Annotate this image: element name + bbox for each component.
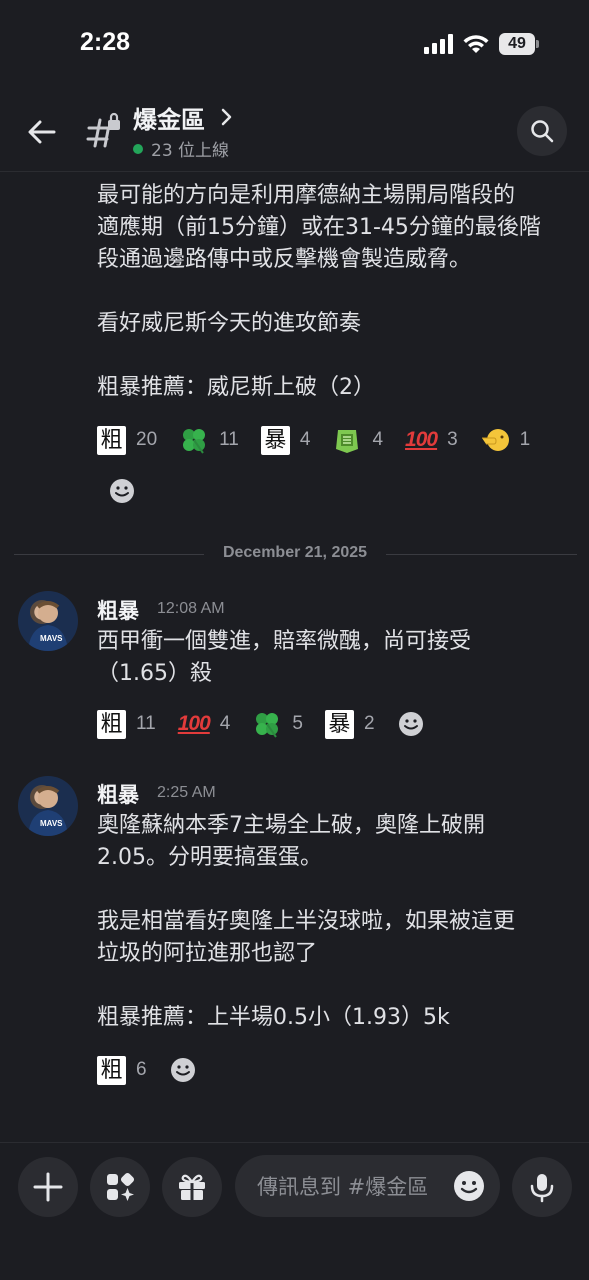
message-line: 垃圾的阿拉進那也認了 <box>97 941 318 966</box>
bao-emoji: 暴 <box>324 709 354 739</box>
message-input[interactable]: 傳訊息到 #爆金區 <box>235 1155 500 1217</box>
four-leaf-clover-icon <box>183 429 206 454</box>
cellular-signal-icon <box>424 34 453 54</box>
message-body: 最可能的方向是利用摩德納主場開局階段的 適應期（前15分鐘）或在31-45分鐘的… <box>97 180 567 404</box>
green-badge-icon <box>336 430 359 453</box>
reaction-chip[interactable]: 粗 20 <box>97 423 157 457</box>
message-body: 西甲衝一個雙進，賠率微醜，尚可接受 （1.65）殺 <box>97 626 567 690</box>
message-timestamp: 12:08 AM <box>157 600 225 617</box>
message-timestamp: 2:25 AM <box>157 784 216 801</box>
wifi-icon <box>463 35 489 53</box>
hundred-points-emoji: 100 <box>405 428 438 451</box>
status-time: 2:28 <box>80 28 131 56</box>
bao-emoji: 暴 <box>260 425 290 455</box>
message-line: 奧隆蘇納本季7主場全上破，奧隆上破開 <box>97 813 485 838</box>
cu-emoji: 粗 <box>97 1055 126 1085</box>
message-line: 西甲衝一個雙進，賠率微醜，尚可接受 <box>97 629 472 654</box>
add-reaction-icon[interactable] <box>169 1056 197 1084</box>
four-leaf-clover-icon <box>256 713 279 738</box>
message-input-placeholder: 傳訊息到 #爆金區 <box>257 1175 429 1199</box>
message-line: 適應期（前15分鐘）或在31-45分鐘的最後階 <box>97 215 541 240</box>
cu-emoji: 粗 <box>97 709 126 739</box>
reaction-count: 11 <box>219 429 239 450</box>
reaction-chip[interactable]: 100 4 <box>178 707 231 741</box>
reaction-chip[interactable]: 100 3 <box>405 423 458 457</box>
message-body: 奧隆蘇納本季7主場全上破，奧隆上破開 2.05。分明要搞蛋蛋。 我是相當看好奧隆… <box>97 810 567 1034</box>
apps-sparkle-icon <box>107 1172 135 1201</box>
online-status: 23 位上線 <box>133 136 229 161</box>
gift-icon <box>179 1174 205 1200</box>
chevron-right-icon[interactable] <box>218 106 234 128</box>
battery-level: 49 <box>499 33 535 55</box>
author-name[interactable]: 粗暴 <box>97 595 139 625</box>
date-divider: December 21, 2025 <box>14 544 577 561</box>
voice-message-button[interactable] <box>512 1157 572 1217</box>
reaction-count: 4 <box>219 713 231 734</box>
reaction-count: 5 <box>292 713 303 734</box>
reaction-row: 粗 11 100 4 5 暴 2 <box>97 704 425 744</box>
message-composer: 傳訊息到 #爆金區 <box>0 1142 589 1280</box>
reaction-chip[interactable]: 粗 6 <box>97 1053 147 1087</box>
reaction-row: 粗 6 <box>97 1050 197 1090</box>
add-reaction-icon[interactable] <box>108 477 136 505</box>
message-line: 段通過邊路傳中或反擊機會製造威脅。 <box>97 247 472 272</box>
status-bar: 2:28 49 <box>0 0 589 90</box>
reaction-count: 1 <box>519 429 531 450</box>
message-line: 粗暴推薦：上半場0.5小（1.93）5k <box>97 1005 450 1030</box>
reaction-count: 20 <box>136 429 158 450</box>
back-arrow-icon[interactable] <box>24 114 60 150</box>
emoji-picker-icon[interactable] <box>452 1169 486 1203</box>
reaction-chip[interactable]: 4 <box>332 423 383 457</box>
cu-emoji: 粗 <box>97 425 126 455</box>
reaction-chip[interactable]: 暴 4 <box>260 423 311 457</box>
online-dot-icon <box>133 143 143 154</box>
battery-icon: 49 <box>499 33 539 55</box>
avatar[interactable]: MAVS <box>18 776 78 836</box>
reaction-count: 4 <box>372 429 384 450</box>
channel-header: 爆金區 23 位上線 <box>0 92 589 172</box>
message-line: 看好威尼斯今天的進攻節奏 <box>97 311 362 336</box>
reaction-count: 6 <box>136 1059 147 1080</box>
reaction-row: 粗 20 11 暴 4 4 100 3 1 <box>97 420 530 460</box>
reaction-chip[interactable]: 11 <box>179 423 239 457</box>
online-count: 23 位上線 <box>151 141 230 161</box>
reaction-count: 11 <box>136 713 156 734</box>
plus-icon <box>33 1172 63 1202</box>
reaction-chip[interactable]: 粗 11 <box>97 707 156 741</box>
channel-title[interactable]: 爆金區 <box>133 100 205 135</box>
locked-text-channel-icon <box>86 112 120 148</box>
hundred-points-emoji: 100 <box>177 712 211 735</box>
microphone-icon <box>530 1174 554 1203</box>
svg-text:MAVS: MAVS <box>40 819 63 828</box>
reaction-count: 3 <box>447 429 458 450</box>
message-line: 我是相當看好奧隆上半沒球啦，如果被這更 <box>97 909 516 934</box>
avatar[interactable]: MAVS <box>18 591 78 651</box>
message-line: 2.05。分明要搞蛋蛋。 <box>97 845 322 870</box>
reaction-chip[interactable]: 暴 2 <box>324 707 375 741</box>
date-divider-label: December 21, 2025 <box>222 544 368 561</box>
author-name[interactable]: 粗暴 <box>97 779 139 809</box>
add-reaction-icon[interactable] <box>397 710 425 738</box>
reaction-chip[interactable]: 1 <box>480 423 531 457</box>
message-line: （1.65）殺 <box>97 661 212 686</box>
search-button[interactable] <box>517 106 567 156</box>
add-attachment-button[interactable] <box>18 1157 78 1217</box>
reaction-chip[interactable]: 5 <box>252 707 303 741</box>
message-line: 最可能的方向是利用摩德納主場開局階段的 <box>97 183 516 208</box>
svg-text:MAVS: MAVS <box>40 634 63 643</box>
reaction-count: 2 <box>363 713 375 734</box>
apps-button[interactable] <box>90 1157 150 1217</box>
message-line: 粗暴推薦：威尼斯上破（2） <box>97 375 375 400</box>
reaction-count: 4 <box>299 429 311 450</box>
pointing-face-icon <box>481 429 509 451</box>
gift-button[interactable] <box>162 1157 222 1217</box>
search-icon <box>531 120 554 143</box>
